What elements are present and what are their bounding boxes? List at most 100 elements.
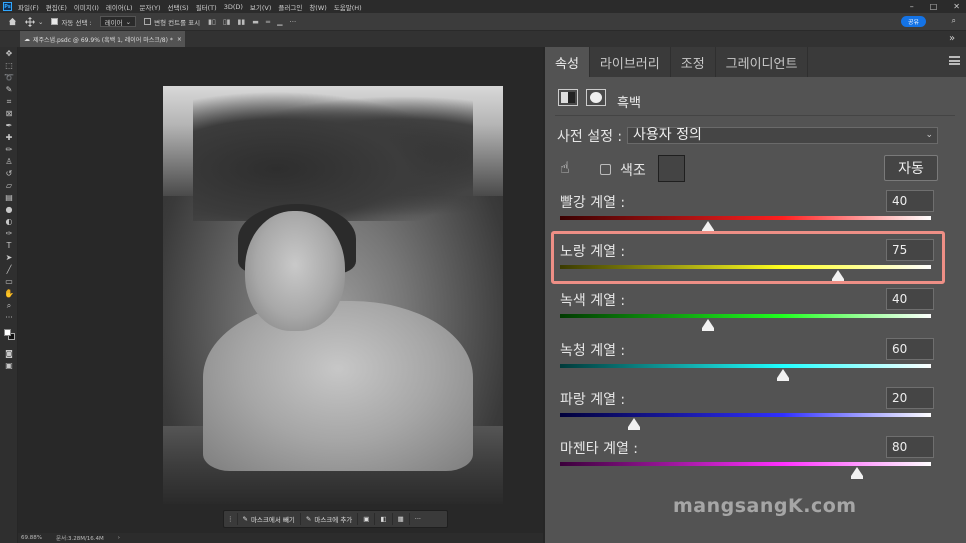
more-options-icon[interactable]: ··· — [290, 18, 297, 26]
tint-color-swatch[interactable] — [658, 155, 685, 182]
subtract-from-mask-button[interactable]: ✎ 마스크에서 빼기 — [238, 513, 301, 525]
align-left-icon[interactable]: ▮▯ — [208, 18, 216, 26]
type-tool[interactable]: T — [4, 241, 14, 250]
blur-tool[interactable]: ● — [4, 205, 14, 214]
taskbar-grip-icon[interactable]: ⋮ — [224, 513, 238, 525]
zoom-level[interactable]: 69.88% — [21, 535, 42, 541]
pen-tool[interactable]: ✑ — [4, 229, 14, 238]
dodge-tool[interactable]: ◐ — [4, 217, 14, 226]
tab-adjustments[interactable]: 조정 — [671, 47, 716, 77]
menu-window[interactable]: 창(W) — [309, 2, 326, 12]
magentas-slider-track[interactable] — [560, 462, 931, 466]
cyans-value-field[interactable]: 60 — [886, 338, 934, 360]
eraser-tool[interactable]: ▱ — [4, 181, 14, 190]
blues-value-field[interactable]: 20 — [886, 387, 934, 409]
path-select-tool[interactable]: ➤ — [4, 253, 14, 262]
tab-properties[interactable]: 속성 — [545, 47, 590, 77]
tab-libraries[interactable]: 라이브러리 — [590, 47, 671, 77]
blues-slider-thumb[interactable] — [628, 418, 641, 430]
reds-value-field[interactable]: 40 — [886, 190, 934, 212]
more-tools-icon[interactable]: ··· — [4, 313, 14, 322]
reds-slider-track[interactable] — [560, 216, 931, 220]
cyans-slider-track[interactable] — [560, 364, 931, 368]
auto-select-dropdown[interactable]: 레이어 ⌄ — [99, 16, 137, 27]
align-middle-icon[interactable]: ═ — [266, 18, 270, 26]
targeted-adjustment-hand-icon[interactable]: ☝ — [560, 158, 570, 177]
properties-panel: 속성 라이브러리 조정 그레이디언트 흑백 사전 설정 : 사용자 정의 ⌄ ☝… — [545, 47, 966, 543]
align-top-icon[interactable]: ▬ — [252, 18, 259, 26]
move-tool[interactable]: ✥ — [4, 49, 14, 58]
blues-slider-track[interactable] — [560, 413, 931, 417]
eyedropper-tool[interactable]: ✒ — [4, 121, 14, 130]
align-right-icon[interactable]: ▮▮ — [238, 18, 246, 26]
menu-type[interactable]: 문자(Y) — [140, 2, 161, 12]
cyans-slider-thumb[interactable] — [776, 369, 789, 381]
invert-mask-icon[interactable]: ◧ — [375, 513, 393, 525]
menu-file[interactable]: 파일(F) — [18, 2, 39, 12]
lasso-tool[interactable]: ➰ — [4, 73, 14, 82]
preset-dropdown[interactable]: 사용자 정의 ⌄ — [627, 127, 938, 144]
chevron-right-icon[interactable]: › — [118, 535, 120, 541]
stamp-tool[interactable]: ♙ — [4, 157, 14, 166]
adjustment-layer-icon[interactable] — [558, 89, 578, 106]
foreground-background-colors[interactable] — [4, 329, 16, 341]
greens-slider-track[interactable] — [560, 314, 931, 318]
close-window-button[interactable]: ✕ — [953, 2, 960, 11]
line-tool[interactable]: ╱ — [4, 265, 14, 274]
menu-help[interactable]: 도움말(H) — [334, 2, 362, 12]
menu-image[interactable]: 이미지(I) — [74, 2, 99, 12]
magentas-slider-thumb[interactable] — [850, 467, 863, 479]
minimize-button[interactable]: – — [910, 2, 914, 11]
menu-select[interactable]: 선택(S) — [168, 2, 189, 12]
move-tool-icon[interactable]: ⌄ — [25, 16, 43, 27]
foreground-color-swatch[interactable] — [4, 329, 11, 336]
menu-filter[interactable]: 필터(T) — [196, 2, 217, 12]
marquee-tool[interactable]: ⬚ — [4, 61, 14, 70]
menu-view[interactable]: 보기(V) — [250, 2, 271, 12]
transform-controls-checkbox[interactable]: 변형 컨트롤 표시 — [144, 17, 200, 27]
zoom-tool[interactable]: ⌕ — [4, 301, 14, 310]
document-image[interactable] — [163, 86, 503, 504]
gradient-tool[interactable]: ▤ — [4, 193, 14, 202]
quick-mask-icon[interactable]: ◙ — [4, 349, 14, 358]
collapse-panels-icon[interactable]: » — [949, 33, 955, 44]
mask-properties-icon[interactable]: ▣ — [358, 513, 376, 525]
close-tab-icon[interactable]: × — [177, 36, 182, 43]
add-to-mask-button[interactable]: ✎ 마스크에 추가 — [301, 513, 359, 525]
panel-menu-icon[interactable] — [949, 56, 960, 65]
menu-plugins[interactable]: 플러그인 — [278, 2, 302, 12]
history-brush-tool[interactable]: ↺ — [4, 169, 14, 178]
auto-select-checkbox[interactable]: 자동 선택 : — [51, 17, 92, 27]
fill-mask-icon[interactable]: ▦ — [393, 513, 410, 525]
chevron-down-icon: ⌄ — [125, 17, 132, 26]
tint-checkbox[interactable] — [600, 164, 611, 175]
layer-mask-icon[interactable] — [586, 89, 606, 106]
healing-tool[interactable]: ✚ — [4, 133, 14, 142]
tab-gradients[interactable]: 그레이디언트 — [716, 47, 809, 77]
magentas-value-field[interactable]: 80 — [886, 436, 934, 458]
align-buttons[interactable]: ▮▯ ▯▮ ▮▮ ▬ ═ ▁ ··· — [208, 18, 296, 26]
menu-layer[interactable]: 레이어(L) — [106, 2, 133, 12]
hand-tool[interactable]: ✋ — [4, 289, 14, 298]
canvas-area[interactable]: ⋮ ✎ 마스크에서 빼기 ✎ 마스크에 추가 ▣ ◧ ▦ ··· — [18, 47, 543, 533]
document-tab[interactable]: ☁ 제주스냅.psdc @ 69.9% (흑백 1, 레이어 마스크/8) * … — [20, 31, 185, 47]
menu-edit[interactable]: 편집(E) — [46, 2, 67, 12]
greens-slider-thumb[interactable] — [702, 319, 715, 331]
crop-tool[interactable]: ⌗ — [4, 97, 14, 106]
reds-slider-thumb[interactable] — [702, 221, 715, 233]
search-icon[interactable]: ⌕ — [952, 16, 956, 26]
more-options-button[interactable]: ··· — [410, 513, 426, 525]
home-icon[interactable] — [8, 17, 17, 26]
brush-tool[interactable]: ✏ — [4, 145, 14, 154]
align-center-icon[interactable]: ▯▮ — [223, 18, 231, 26]
auto-button[interactable]: 자동 — [884, 155, 938, 181]
maximize-button[interactable]: □ — [930, 2, 938, 11]
menu-3d[interactable]: 3D(D) — [224, 3, 243, 11]
quick-select-tool[interactable]: ✎ — [4, 85, 14, 94]
align-bottom-icon[interactable]: ▁ — [277, 18, 282, 26]
shape-tool[interactable]: ▭ — [4, 277, 14, 286]
frame-tool[interactable]: ⊠ — [4, 109, 14, 118]
share-button[interactable]: 공유 — [900, 16, 926, 27]
greens-value-field[interactable]: 40 — [886, 288, 934, 310]
screen-mode-icon[interactable]: ▣ — [4, 361, 14, 370]
